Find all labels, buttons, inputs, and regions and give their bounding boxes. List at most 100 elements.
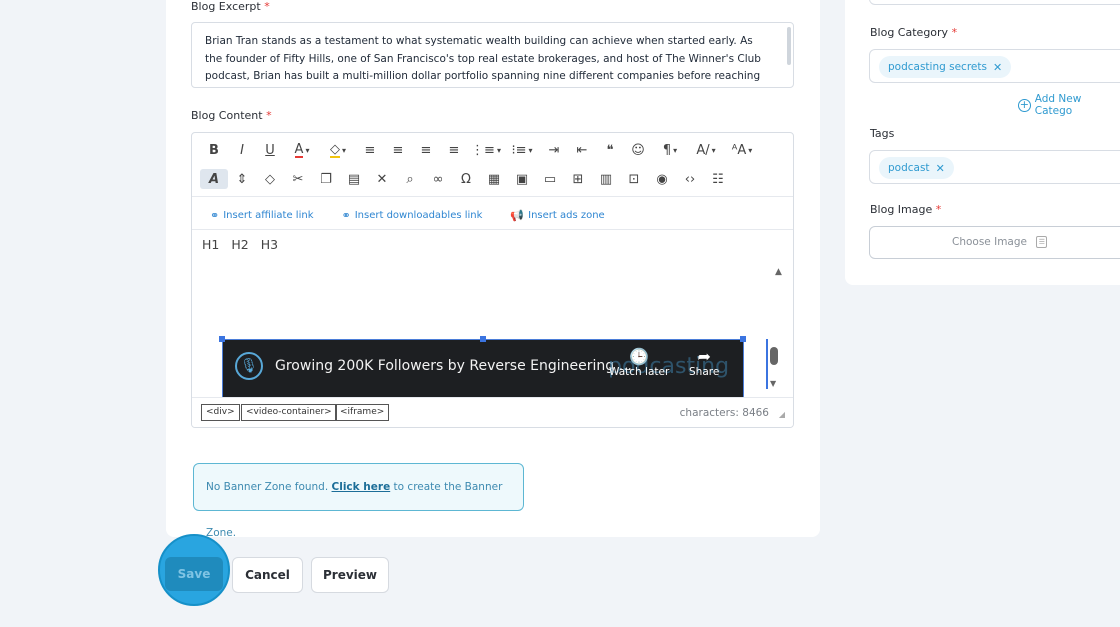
indent-button[interactable]: ⇥	[540, 140, 568, 160]
line-height-icon: A/	[696, 142, 710, 158]
paste-button[interactable]: ▤	[340, 169, 368, 189]
font-size-icon: ᴬA	[731, 142, 747, 158]
scroll-up-icon[interactable]: ▲	[775, 267, 782, 277]
clear-format-button[interactable]: A	[200, 169, 228, 189]
blog-category-select[interactable]: podcasting secrets ✕	[869, 49, 1120, 83]
preview-button[interactable]: Preview	[311, 557, 389, 593]
align-center-button[interactable]: ≡	[384, 140, 412, 160]
paragraph-format-button[interactable]: ¶ ▾	[652, 140, 688, 160]
resize-handle-top-middle[interactable]	[480, 336, 486, 342]
channel-logo-icon: 🎙	[235, 352, 263, 380]
file-icon: ⊞	[572, 171, 584, 187]
select-all-button[interactable]: ☷	[704, 169, 732, 189]
paragraph-format-icon: ¶	[662, 142, 672, 158]
heading-h2-button[interactable]: H2	[231, 237, 248, 252]
template-icon: ▥	[599, 171, 613, 187]
character-count: characters: 8466	[679, 407, 769, 419]
choose-image-button[interactable]: Choose Image ☰	[869, 226, 1120, 259]
excerpt-scrollbar[interactable]	[787, 27, 791, 65]
resize-handle-right[interactable]	[766, 339, 768, 389]
template-button[interactable]: ▥	[592, 169, 620, 189]
remove-category-icon[interactable]: ✕	[993, 61, 1002, 74]
special-char-button[interactable]: Ω	[452, 169, 480, 189]
preview-button[interactable]: ◉	[648, 169, 676, 189]
paste-icon: ▤	[347, 171, 361, 187]
line-height-button[interactable]: A/▾	[688, 140, 724, 160]
align-center-icon: ≡	[392, 142, 404, 158]
align-justify-button[interactable]: ≡	[440, 140, 468, 160]
embed-icon: ⊡	[628, 171, 640, 187]
copy-icon: ❐	[320, 171, 332, 187]
chevron-down-icon: ▾	[341, 145, 346, 155]
cut-icon: ✂	[292, 171, 304, 187]
align-justify-icon: ≡	[448, 142, 460, 158]
path-tag-iframe[interactable]: <iframe>	[335, 404, 390, 421]
video-title: Growing 200K Followers by Reverse Engine…	[275, 358, 632, 374]
links-divider	[192, 229, 793, 230]
rich-text-editor: B I U A ▾ ◇ ▾ ≡ ≡ ≡ ≡ ⋮≡ ▾ ⁝≡ ▾ ⇥ ⇤ ❝ ☺ ¶ ▾ A/▾ ᴬA ▾ A ⇕ ◇ ✂ ❐ ▤ ✕ ⌕ ∞ Ω…	[191, 132, 794, 428]
scrollbar-thumb[interactable]	[770, 347, 778, 365]
link-button[interactable]: ∞	[424, 169, 452, 189]
insert-downloadables-link-button[interactable]: ⚭ Insert downloadables link	[342, 209, 483, 222]
image-button[interactable]: ▣	[508, 169, 536, 189]
unordered-list-button[interactable]: ⁝≡ ▾	[504, 140, 540, 160]
ordered-list-button[interactable]: ⋮≡ ▾	[468, 140, 504, 160]
editor-scrollbar[interactable]: ▲	[769, 267, 793, 391]
outdent-icon: ⇤	[576, 142, 588, 158]
link-icon: ⚭	[210, 208, 220, 222]
resize-handle-top-left[interactable]	[219, 336, 225, 342]
italic-button[interactable]: I	[228, 140, 256, 160]
table-button[interactable]: ▦	[480, 169, 508, 189]
special-char-icon: Ω	[461, 171, 471, 187]
sidebar-top-field[interactable]	[869, 0, 1120, 5]
blog-category-label: Blog Category *	[870, 26, 958, 39]
insert-downloadables-link-label: Insert downloadables link	[354, 209, 483, 221]
video-button[interactable]: ▭	[536, 169, 564, 189]
underline-icon: U	[265, 142, 275, 158]
resize-handle-top-right[interactable]	[740, 336, 746, 342]
outdent-button[interactable]: ⇤	[568, 140, 596, 160]
cancel-button[interactable]: Cancel	[232, 557, 303, 593]
insert-affiliate-link-button[interactable]: ⚭ Insert affiliate link	[210, 209, 314, 222]
path-tag-video-container[interactable]: <video-container>	[241, 404, 337, 421]
video-embed[interactable]: 🎙 Growing 200K Followers by Reverse Engi…	[222, 339, 744, 399]
copy-button[interactable]: ❐	[312, 169, 340, 189]
align-right-icon: ≡	[420, 142, 432, 158]
font-color-button[interactable]: A ▾	[284, 140, 320, 160]
file-button[interactable]: ⊞	[564, 169, 592, 189]
scroll-down-icon[interactable]: ▼	[770, 379, 776, 388]
embed-button[interactable]: ⊡	[620, 169, 648, 189]
underline-button[interactable]: U	[256, 140, 284, 160]
editor-resize-icon[interactable]: ◢	[779, 410, 785, 419]
share-icon: ➦	[697, 347, 711, 366]
watch-later-button[interactable]: 🕒 Watch later	[609, 348, 669, 379]
blockquote-button[interactable]: ❝	[596, 140, 624, 160]
search-button[interactable]: ⌕	[396, 169, 424, 189]
chevron-down-icon: ▾	[496, 145, 501, 155]
heading-h1-button[interactable]: H1	[202, 237, 219, 252]
remove-format-button[interactable]: ✕	[368, 169, 396, 189]
highlight-color-button[interactable]: ◇ ▾	[320, 140, 356, 160]
add-new-category-button[interactable]: + Add New Catego	[1018, 93, 1120, 117]
share-button[interactable]: ➦ Share	[689, 347, 719, 379]
font-size-button[interactable]: ᴬA ▾	[724, 140, 760, 160]
path-tag-div[interactable]: <div>	[201, 404, 240, 421]
create-banner-zone-link[interactable]: Click here	[332, 481, 391, 493]
line-spacing-button[interactable]: ⇕	[228, 169, 256, 189]
blog-excerpt-textarea[interactable]: Brian Tran stands as a testament to what…	[191, 22, 794, 88]
remove-tag-icon[interactable]: ✕	[936, 162, 945, 175]
code-view-button[interactable]: ‹›	[676, 169, 704, 189]
insert-ads-zone-button[interactable]: 📢 Insert ads zone	[510, 209, 604, 222]
align-left-button[interactable]: ≡	[356, 140, 384, 160]
link-icon: ⚭	[341, 208, 351, 222]
cut-button[interactable]: ✂	[284, 169, 312, 189]
tags-input[interactable]: podcast ✕	[869, 150, 1120, 184]
blockquote-icon: ❝	[606, 142, 614, 158]
eraser-button[interactable]: ◇	[256, 169, 284, 189]
chevron-down-icon: ▾	[305, 145, 310, 155]
heading-h3-button[interactable]: H3	[261, 237, 278, 252]
align-right-button[interactable]: ≡	[412, 140, 440, 160]
emoji-button[interactable]: ☺	[624, 140, 652, 160]
bold-button[interactable]: B	[200, 140, 228, 160]
save-button[interactable]: Save	[165, 557, 223, 591]
